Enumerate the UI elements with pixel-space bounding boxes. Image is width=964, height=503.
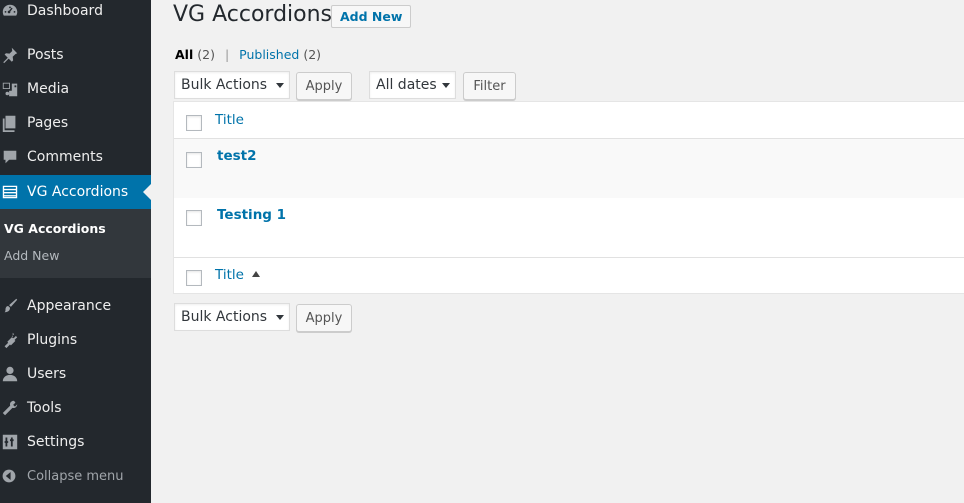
sidebar-item-settings[interactable]: Settings [0,425,151,459]
sidebar-item-label: Comments [27,149,103,165]
sidebar-item-appearance[interactable]: Appearance [0,289,151,323]
collapse-icon [0,459,27,493]
posts-table: Title test2 Testing 1 Title [173,101,964,294]
sidebar-item-pages[interactable]: Pages [0,106,151,140]
user-icon [0,357,27,391]
select-all-checkbox[interactable] [186,115,202,131]
select-all-checkbox-footer[interactable] [186,270,202,286]
title-column-footer[interactable]: Title [215,267,260,283]
sidebar-item-media[interactable]: Media [0,72,151,106]
apply-button-bottom[interactable]: Apply [296,304,352,332]
collapse-menu-label: Collapse menu [27,468,124,484]
media-icon [0,72,27,106]
pages-icon [0,106,27,140]
settings-icon [0,425,27,459]
sidebar-item-label: Plugins [27,332,78,348]
brush-icon [0,289,27,323]
status-filter-links: All (2) | Published (2) [175,47,321,62]
table-footer-row: Title [174,257,964,294]
sidebar-item-label: Posts [27,47,64,63]
sidebar-item-users[interactable]: Users [0,357,151,391]
date-filter-value: All dates [376,77,437,93]
submenu-item-all[interactable]: VG Accordions [4,221,106,236]
title-column-footer-label: Title [215,267,244,283]
filter-published-count: (2) [303,47,322,62]
chevron-down-icon [276,83,284,88]
plugin-icon [0,323,27,357]
active-indicator [143,184,151,200]
sidebar-item-label: Users [27,366,67,382]
sidebar-item-label: Settings [27,434,85,450]
filter-published-link[interactable]: Published [239,47,299,62]
filter-separator: | [224,47,230,62]
submenu: VG Accordions Add New [0,209,151,278]
sidebar-item-plugins[interactable]: Plugins [0,323,151,357]
chevron-down-icon [442,83,450,88]
row-checkbox[interactable] [186,152,202,168]
sidebar-item-vg-accordions[interactable]: VG Accordions [0,175,151,209]
sidebar-item-label: Appearance [27,298,112,314]
bulk-actions-value: Bulk Actions [181,309,268,325]
chevron-down-icon [276,315,284,320]
bulk-actions-select-bottom[interactable]: Bulk Actions [174,303,290,331]
row-checkbox[interactable] [186,210,202,226]
table-header-row: Title [174,102,964,139]
apply-button-top[interactable]: Apply [296,72,352,100]
admin-sidebar: Dashboard Posts Media Pages Comments VG … [0,0,151,503]
comment-icon [0,140,27,174]
table-row: Testing 1 [174,198,964,257]
collapse-menu-button[interactable]: Collapse menu [0,459,151,493]
bulk-actions-select-top[interactable]: Bulk Actions [174,71,290,99]
page-title: VG Accordions [173,2,333,27]
sidebar-item-label: VG Accordions [27,184,129,200]
sidebar-item-comments[interactable]: Comments [0,140,151,174]
pin-icon [0,38,27,72]
date-filter-select[interactable]: All dates [369,71,456,99]
title-column-header[interactable]: Title [215,112,244,128]
list-icon [0,175,27,209]
row-title-link[interactable]: Testing 1 [217,207,286,223]
sidebar-item-tools[interactable]: Tools [0,391,151,425]
sidebar-item-label: Tools [27,400,62,416]
sidebar-item-label: Media [27,81,70,97]
bulk-actions-value: Bulk Actions [181,77,268,93]
submenu-item-add-new[interactable]: Add New [4,248,59,263]
sidebar-item-label: Pages [27,115,69,131]
row-title-link[interactable]: test2 [217,148,257,164]
table-row: test2 [174,139,964,198]
filter-all-link[interactable]: All [175,47,193,62]
sidebar-item-dashboard[interactable]: Dashboard [0,0,151,28]
filter-button[interactable]: Filter [463,72,516,100]
sort-ascending-icon [251,271,260,277]
sidebar-item-label: Dashboard [27,3,103,19]
filter-all-count: (2) [197,47,215,62]
add-new-button[interactable]: Add New [331,5,412,28]
wrench-icon [0,391,27,425]
sidebar-item-posts[interactable]: Posts [0,38,151,72]
dashboard-icon [0,0,27,28]
